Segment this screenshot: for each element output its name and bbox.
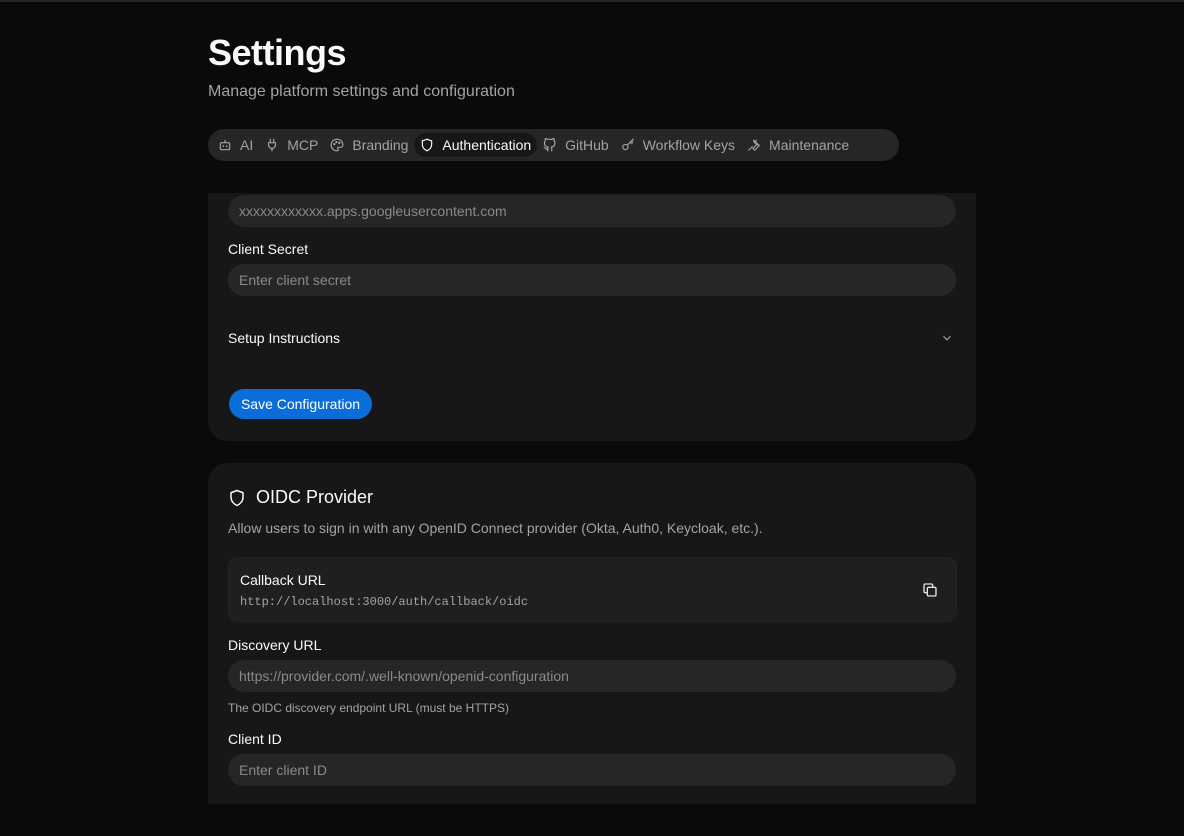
palette-icon xyxy=(330,138,344,152)
callback-url-box: Callback URL http://localhost:3000/auth/… xyxy=(228,557,957,622)
page-title: Settings xyxy=(208,32,347,73)
plug-icon xyxy=(268,138,277,152)
bot-icon xyxy=(219,139,231,151)
copy-icon xyxy=(923,583,937,597)
oidc-title: OIDC Provider xyxy=(256,487,374,507)
client-id-input[interactable] xyxy=(228,195,956,227)
discovery-url-input[interactable] xyxy=(228,660,956,692)
tab-label: Workflow Keys xyxy=(642,137,736,153)
tab-workflow-keys[interactable]: Workflow Keys xyxy=(615,133,741,157)
page-subtitle: Manage platform settings and configurati… xyxy=(208,83,515,100)
oidc-client-id-label: Client ID xyxy=(228,731,282,747)
top-border xyxy=(0,0,1184,2)
oidc-section-header: OIDC Provider xyxy=(228,487,373,508)
chevron-down-icon xyxy=(943,335,951,341)
tab-ai[interactable]: AI xyxy=(212,133,259,157)
tab-github[interactable]: GitHub xyxy=(537,133,615,157)
discovery-url-label: Discovery URL xyxy=(228,637,322,653)
settings-tabs: AI MCP Branding Authentication GitHub Wo… xyxy=(208,129,899,161)
github-icon xyxy=(543,138,556,152)
tab-label: Branding xyxy=(352,137,409,153)
tab-label: GitHub xyxy=(565,137,609,153)
oidc-provider-card: OIDC Provider Allow users to sign in wit… xyxy=(208,463,976,804)
save-configuration-button[interactable]: Save Configuration xyxy=(229,389,372,419)
tab-label: AI xyxy=(240,137,254,153)
setup-instructions-toggle[interactable]: Setup Instructions xyxy=(228,323,956,353)
tab-authentication[interactable]: Authentication xyxy=(414,133,538,157)
discovery-url-hint: The OIDC discovery endpoint URL (must be… xyxy=(228,701,509,715)
google-provider-card: Client Secret Setup Instructions Save Co… xyxy=(208,193,976,441)
oidc-client-id-input[interactable] xyxy=(228,754,956,786)
client-secret-input[interactable] xyxy=(228,264,956,296)
client-secret-label: Client Secret xyxy=(228,241,309,257)
tab-mcp[interactable]: MCP xyxy=(259,133,324,157)
tab-label: MCP xyxy=(287,137,319,153)
shield-icon xyxy=(422,138,433,152)
key-icon xyxy=(621,138,634,151)
shield-icon xyxy=(230,489,244,506)
wrench-icon xyxy=(748,139,760,151)
tab-label: Authentication xyxy=(442,137,532,153)
copy-callback-url-button[interactable] xyxy=(920,580,940,600)
setup-instructions-label: Setup Instructions xyxy=(228,330,341,346)
callback-url-value: http://localhost:3000/auth/callback/oidc xyxy=(240,595,529,609)
settings-content-scroll[interactable]: Client Secret Setup Instructions Save Co… xyxy=(208,193,976,804)
tab-branding[interactable]: Branding xyxy=(324,133,414,157)
callback-url-label: Callback URL xyxy=(240,572,326,588)
tab-maintenance[interactable]: Maintenance xyxy=(741,133,855,157)
oidc-description: Allow users to sign in with any OpenID C… xyxy=(228,520,763,536)
tab-label: Maintenance xyxy=(769,137,850,153)
